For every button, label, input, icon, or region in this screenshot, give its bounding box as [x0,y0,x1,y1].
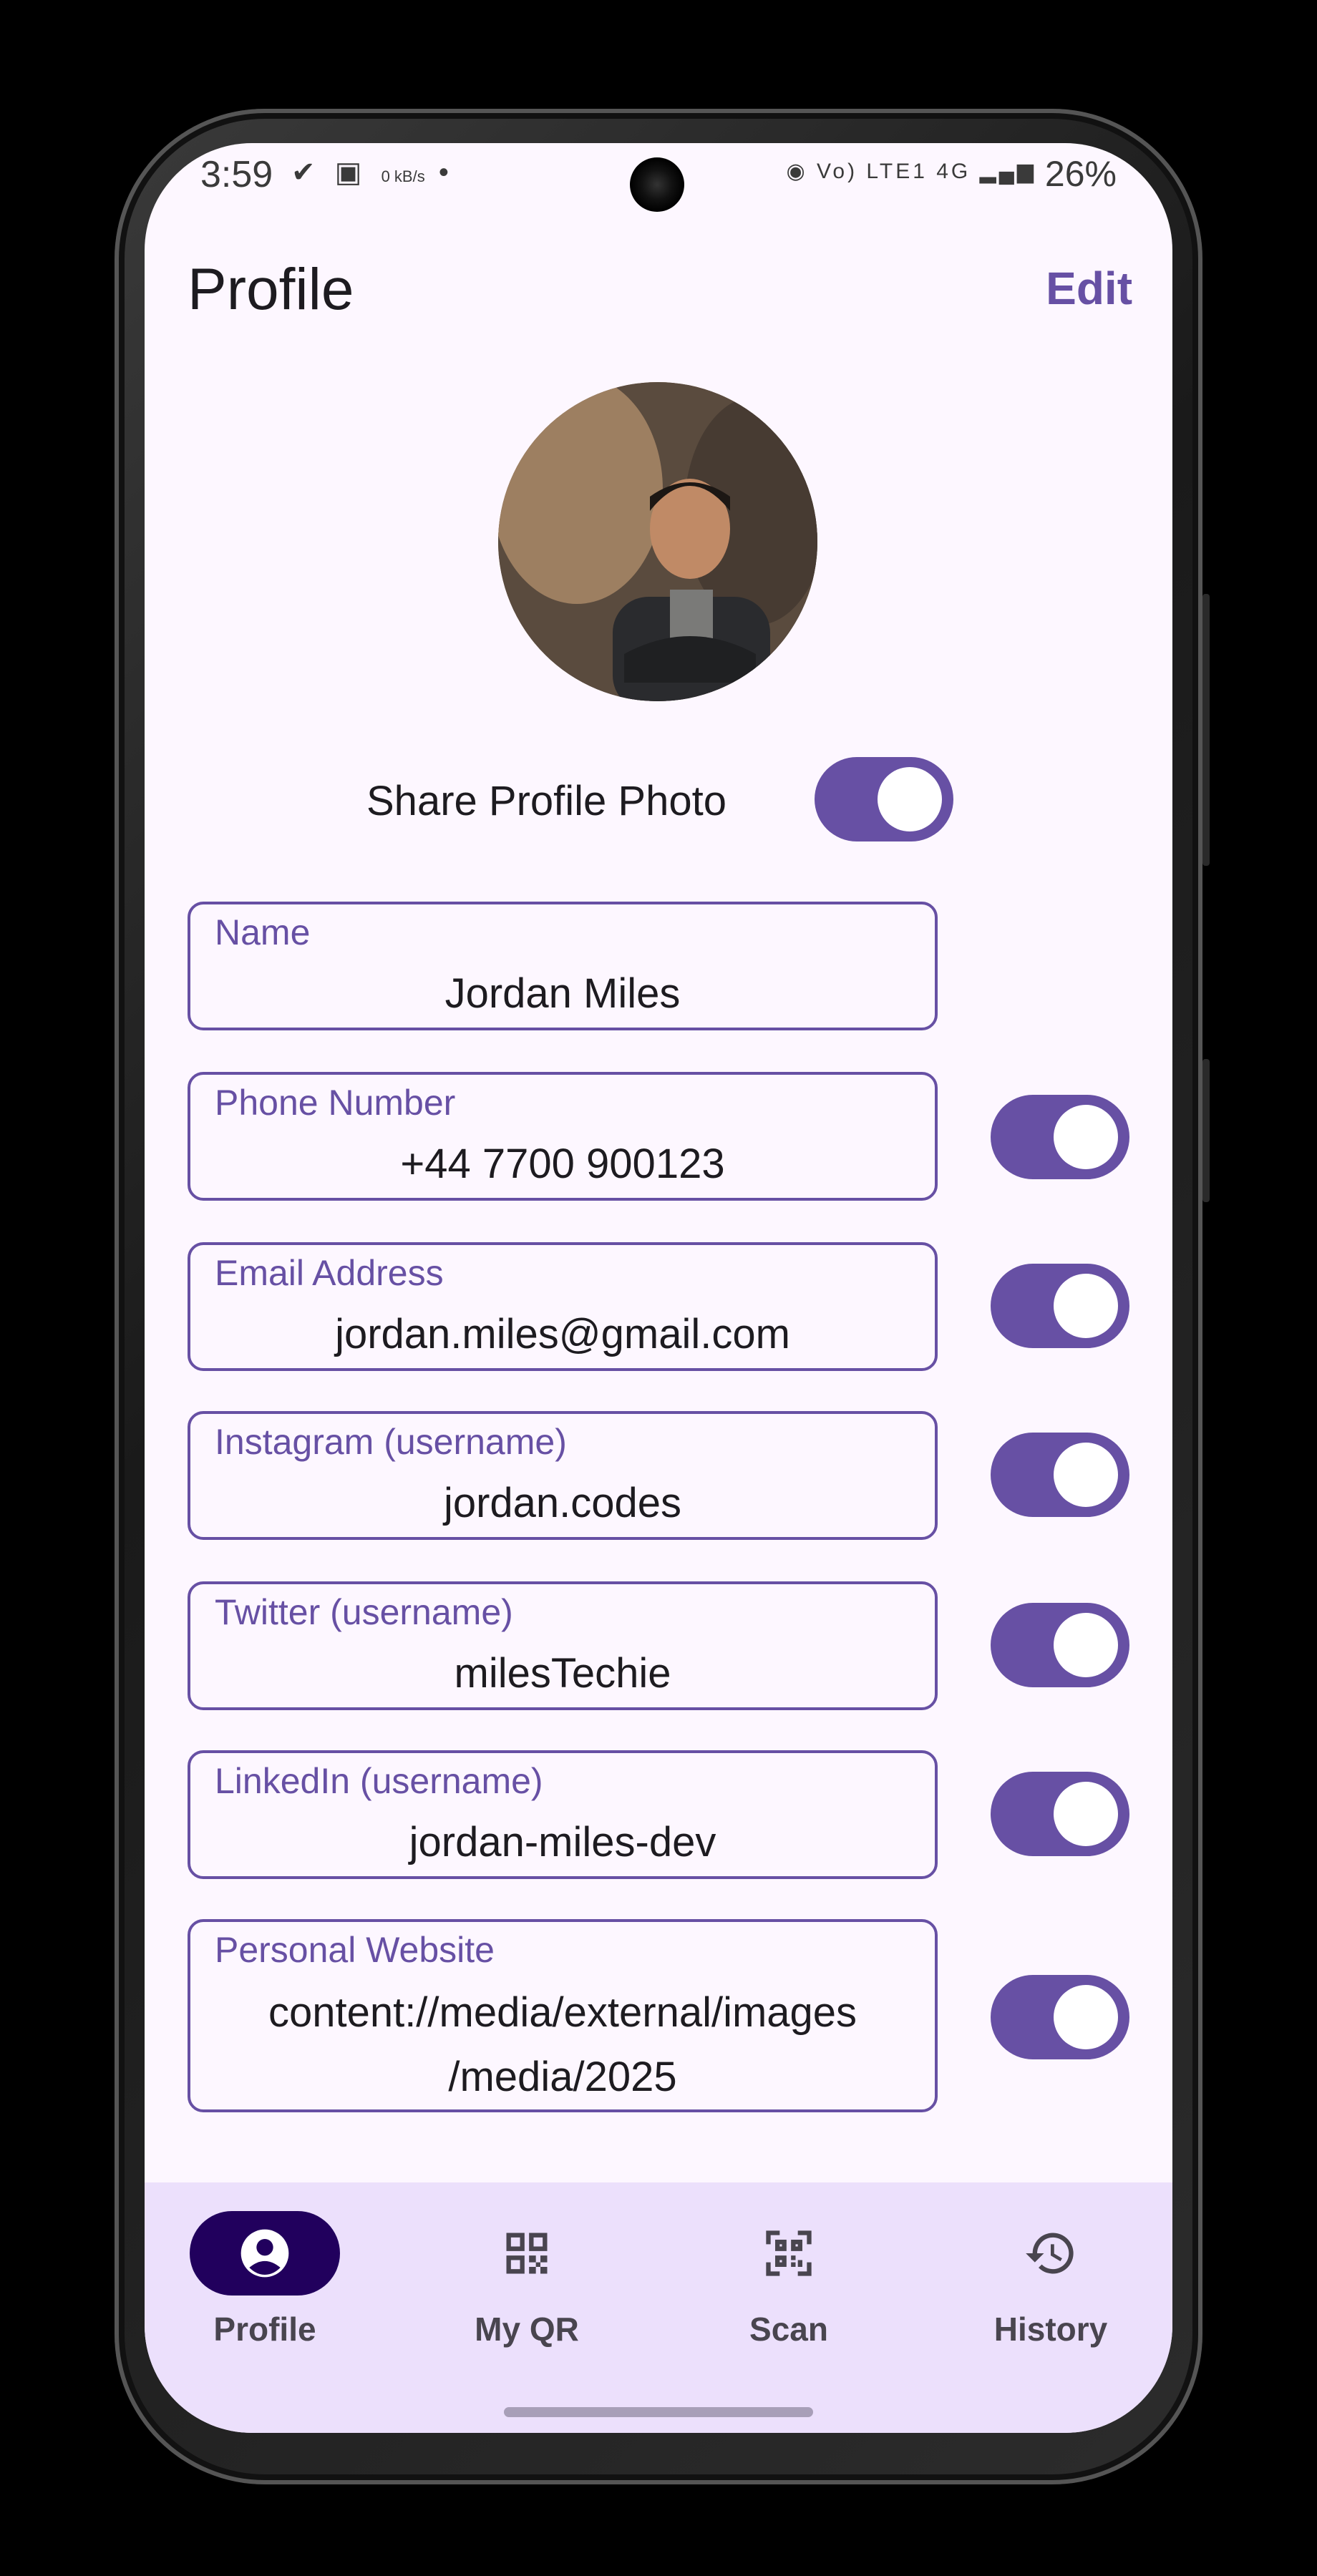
toggle-knob [1054,1274,1118,1338]
page-title: Profile [188,257,354,322]
share-photo-toggle[interactable] [815,757,953,841]
twitter-field[interactable]: Twitter (username) milesTechie [188,1581,938,1710]
speed-icon: 0 kB/s [381,167,425,185]
twitter-value: milesTechie [454,1650,671,1697]
status-time: 3:59 [200,154,273,195]
twitter-label: Twitter (username) [215,1592,513,1632]
linkedin-share-toggle[interactable] [991,1772,1129,1856]
check-icon: ✔ [291,157,321,188]
phone-value: +44 7700 900123 [400,1141,725,1187]
signal-icon: ▂▄▆ [979,160,1036,183]
instagram-label: Instagram (username) [215,1422,567,1462]
nav-label-my-qr: My QR [475,2311,579,2348]
twitter-share-toggle[interactable] [991,1603,1129,1687]
battery-level: 26% [1044,154,1117,194]
toggle-knob [1054,1613,1118,1677]
profile-photo [498,382,817,701]
phone-field[interactable]: Phone Number +44 7700 900123 [188,1072,938,1201]
nav-item-profile[interactable]: Profile [157,2211,372,2348]
account-circle-icon [190,2211,340,2296]
website-field[interactable]: Personal Website content://media/externa… [188,1919,938,2112]
nav-item-scan[interactable]: Scan [681,2211,896,2348]
front-camera [630,157,684,212]
screen: 3:59 ✔ ▣ 0 kB/s • ◉ Vo) LTE1 4G ▂▄▆ 26% … [145,143,1172,2433]
nav-item-my-qr[interactable]: My QR [419,2211,634,2348]
toggle-knob [1054,1782,1118,1846]
toggle-knob [1054,1985,1118,2049]
bottom-navigation: Profile My QR Scan History [145,2182,1172,2433]
nav-label-scan: Scan [749,2311,828,2348]
email-value: jordan.miles@gmail.com [335,1311,790,1357]
dot-icon: • [438,157,455,188]
volume-button [1202,594,1210,866]
linkedin-label: LinkedIn (username) [215,1761,543,1801]
name-label: Name [215,912,311,952]
website-value-line-2: /media/2025 [448,2054,677,2100]
toggle-knob [878,767,942,831]
toggle-knob [1054,1443,1118,1507]
email-share-toggle[interactable] [991,1264,1129,1348]
nav-label-history: History [993,2311,1108,2348]
share-photo-label: Share Profile Photo [366,778,726,824]
linkedin-value: jordan-miles-dev [409,1819,716,1865]
image-icon: ▣ [334,157,368,188]
linkedin-field[interactable]: LinkedIn (username) jordan-miles-dev [188,1750,938,1879]
network-text: Vo) LTE1 4G [817,160,971,183]
network-indicator: ◉ Vo) LTE1 4G ▂▄▆ [787,159,1036,184]
phone-label: Phone Number [215,1083,456,1123]
hotspot-icon: ◉ [786,160,808,183]
home-indicator[interactable] [504,2407,813,2417]
edit-button[interactable]: Edit [1046,262,1132,315]
instagram-share-toggle[interactable] [991,1433,1129,1517]
qr-scan-icon [714,2211,864,2296]
website-value-line-1: content://media/external/images [268,1989,857,2036]
power-button [1202,1059,1210,1202]
email-label: Email Address [215,1253,444,1293]
nav-label-profile: Profile [213,2311,316,2348]
instagram-value: jordan.codes [443,1480,682,1526]
name-field[interactable]: Name Jordan Miles [188,902,938,1030]
website-share-toggle[interactable] [991,1975,1129,2059]
share-photo-row: Share Profile Photo [366,757,953,843]
name-value: Jordan Miles [444,970,681,1017]
nav-item-history[interactable]: History [943,2211,1158,2348]
qr-code-icon [452,2211,602,2296]
instagram-field[interactable]: Instagram (username) jordan.codes [188,1411,938,1540]
history-icon [976,2211,1126,2296]
profile-avatar [498,382,817,701]
toggle-knob [1054,1105,1118,1169]
website-label: Personal Website [215,1930,495,1970]
phone-share-toggle[interactable] [991,1095,1129,1179]
status-notification-icons: ✔ ▣ 0 kB/s • [291,156,455,189]
email-field[interactable]: Email Address jordan.miles@gmail.com [188,1242,938,1371]
